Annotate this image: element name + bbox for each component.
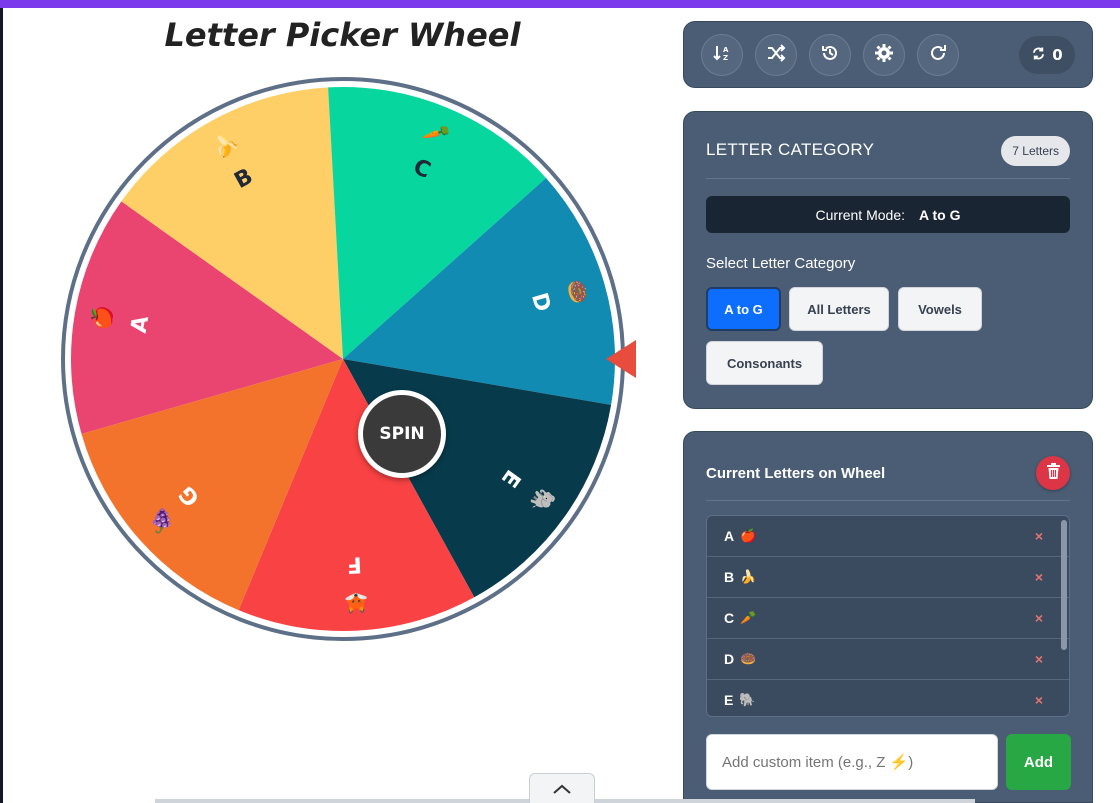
category-heading: LETTER CATEGORY <box>706 140 875 159</box>
item-letter: A <box>724 528 735 544</box>
add-item-button[interactable]: Add <box>1006 734 1071 790</box>
category-panel: LETTER CATEGORY 7 Letters Current Mode: … <box>683 111 1093 409</box>
divider <box>706 178 1070 179</box>
wheel-pointer <box>606 340 636 378</box>
svg-text:Z: Z <box>723 54 728 62</box>
remove-item-button[interactable]: × <box>1035 569 1043 585</box>
remove-item-button[interactable]: × <box>1035 651 1043 667</box>
wheel-graphic[interactable]: A🍎B🍌C🥕D 🍩E🐘F🦊G🍇 <box>60 76 626 642</box>
list-item: E 🐘 × <box>707 680 1069 716</box>
expand-drawer-button[interactable] <box>529 773 595 803</box>
letters-panel: Current Letters on Wheel A 🍎 × B 🍌 × C 🥕… <box>683 431 1093 803</box>
sort-icon: AZ <box>712 43 732 67</box>
trash-icon <box>1046 463 1061 483</box>
mode-value: A to G <box>919 206 961 223</box>
settings-button[interactable] <box>863 34 905 76</box>
history-icon <box>820 43 840 67</box>
redo-button[interactable] <box>917 34 959 76</box>
current-mode-box: Current Mode: A to G <box>706 196 1070 233</box>
top-accent-bar <box>0 0 1120 8</box>
list-scrollbar[interactable] <box>1061 520 1067 650</box>
letter-wheel[interactable]: A 🍎 B 🍌 C 🥕 D 🍩 E 🐘 F 🦊 G 🍇 SPIN <box>60 76 626 642</box>
divider <box>706 500 1070 501</box>
category-all-letters-button[interactable]: All Letters <box>789 287 889 331</box>
remove-item-button[interactable]: × <box>1035 528 1043 544</box>
sort-button[interactable]: AZ <box>701 34 743 76</box>
item-emoji: 🍎 <box>740 528 757 543</box>
clear-all-button[interactable] <box>1036 456 1070 490</box>
letters-heading: Current Letters on Wheel <box>706 465 886 482</box>
letters-list[interactable]: A 🍎 × B 🍌 × C 🥕 × D 🍩 × E 🐘 × <box>706 515 1070 717</box>
remove-item-button[interactable]: × <box>1035 610 1043 626</box>
item-emoji: 🐘 <box>739 692 756 707</box>
category-vowels-button[interactable]: Vowels <box>898 287 982 331</box>
redo-icon <box>928 43 948 67</box>
item-emoji: 🥕 <box>740 610 757 625</box>
category-consonants-button[interactable]: Consonants <box>706 341 823 385</box>
toolbar-panel: AZ 0 <box>683 21 1093 88</box>
spin-counter: 0 <box>1019 36 1075 74</box>
custom-item-input[interactable] <box>706 734 998 790</box>
wheel-emoji: 🦊 <box>343 590 369 615</box>
remove-item-button[interactable]: × <box>1035 692 1043 708</box>
wheel-emoji: 🍎 <box>88 303 116 332</box>
item-letter: B <box>724 569 735 585</box>
list-item: A 🍎 × <box>707 516 1069 557</box>
select-category-label: Select Letter Category <box>706 255 856 272</box>
category-a-to-g-button[interactable]: A to G <box>706 287 781 331</box>
history-button[interactable] <box>809 34 851 76</box>
shuffle-button[interactable] <box>755 34 797 76</box>
gear-icon <box>874 43 894 67</box>
chevron-up-icon <box>553 779 571 798</box>
wheel-letter: F <box>346 551 362 577</box>
page-title: Letter Picker Wheel <box>164 16 521 54</box>
left-edge-border <box>0 8 3 803</box>
item-emoji: 🍌 <box>740 569 757 584</box>
item-letter: E <box>724 692 734 708</box>
item-letter: C <box>724 610 735 626</box>
list-item: B 🍌 × <box>707 557 1069 598</box>
sync-icon <box>1031 46 1046 65</box>
mode-label: Current Mode: <box>815 206 905 223</box>
spin-count: 0 <box>1052 46 1063 64</box>
shuffle-icon <box>766 43 786 67</box>
spin-button[interactable]: SPIN <box>358 390 446 478</box>
list-item: C 🥕 × <box>707 598 1069 639</box>
list-item: D 🍩 × <box>707 639 1069 680</box>
item-emoji: 🍩 <box>740 651 757 666</box>
letter-count-badge: 7 Letters <box>1001 136 1070 166</box>
item-letter: D <box>724 651 735 667</box>
svg-text:A: A <box>723 46 729 54</box>
